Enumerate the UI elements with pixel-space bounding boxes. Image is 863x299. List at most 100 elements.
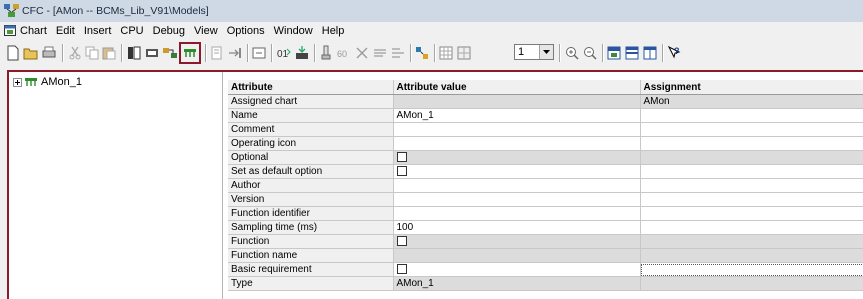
table-row[interactable]: Optional (228, 150, 863, 165)
value-checkbox[interactable] (396, 236, 407, 247)
view-columns-icon[interactable] (642, 45, 658, 61)
table-row[interactable]: Operating icon (228, 136, 863, 151)
assignment-cell[interactable] (640, 234, 863, 249)
test-mode-icon[interactable] (318, 45, 334, 61)
watch-icon[interactable]: 60 (336, 45, 352, 61)
attribute-value-cell[interactable] (393, 136, 641, 151)
table-row[interactable]: Assigned chart AMon (228, 94, 863, 109)
catalog-icon (493, 45, 509, 61)
attribute-value-cell[interactable] (393, 234, 641, 249)
menu-help[interactable]: Help (322, 25, 345, 37)
value-checkbox[interactable] (396, 152, 407, 163)
attribute-cell: Function identifier (228, 206, 394, 221)
attribute-value-cell[interactable] (393, 150, 641, 165)
assignment-cell[interactable] (640, 192, 863, 207)
paste-icon[interactable] (101, 45, 117, 61)
block-type-icon[interactable] (179, 42, 201, 64)
menu-edit[interactable]: Edit (56, 25, 75, 37)
attribute-value-cell[interactable] (393, 178, 641, 193)
assignment-cell[interactable] (640, 150, 863, 165)
dynamic-display-icon[interactable] (456, 45, 472, 61)
assignment-cell[interactable] (640, 262, 863, 277)
assignment-cell[interactable] (640, 178, 863, 193)
assignment-cell[interactable] (640, 108, 863, 123)
table-row[interactable]: Set as default option (228, 164, 863, 179)
table-row[interactable]: Type AMon_1 (228, 276, 863, 291)
split-icon[interactable] (606, 45, 622, 61)
tree-item-root[interactable]: AMon_1 (13, 76, 82, 88)
attribute-value-cell[interactable] (393, 262, 641, 277)
download-icon[interactable] (294, 45, 310, 61)
table-row[interactable]: Version (228, 192, 863, 207)
attribute-value-cell[interactable] (393, 192, 641, 207)
attribute-value-cell[interactable] (393, 94, 641, 109)
sequence-icon[interactable] (251, 45, 267, 61)
check-icon[interactable] (372, 45, 388, 61)
new-icon[interactable] (5, 45, 21, 61)
table-row[interactable]: Comment (228, 122, 863, 137)
assignment-cell[interactable] (640, 164, 863, 179)
column-header-attribute[interactable]: Attribute (228, 80, 394, 95)
assignment-cell[interactable]: AMon (640, 94, 863, 109)
menu-window[interactable]: Window (274, 25, 313, 37)
table-row[interactable]: Function (228, 234, 863, 249)
chevron-down-icon[interactable] (539, 45, 553, 59)
table-row[interactable]: Function name (228, 248, 863, 263)
table-row[interactable]: Author (228, 178, 863, 193)
view-rows-icon[interactable] (624, 45, 640, 61)
attribute-value-cell[interactable] (393, 122, 641, 137)
assignment-cell[interactable] (640, 276, 863, 291)
zoom-combobox[interactable]: 1 (514, 44, 554, 60)
print-icon[interactable] (41, 45, 57, 61)
table-row[interactable]: Name AMon_1 (228, 108, 863, 123)
attribute-cell: Basic requirement (228, 262, 394, 277)
attribute-value-cell[interactable] (393, 206, 641, 221)
assignment-cell[interactable] (640, 122, 863, 137)
assignment-cell[interactable] (640, 248, 863, 263)
svg-text:?: ? (674, 46, 680, 56)
cut-icon[interactable] (67, 45, 83, 61)
assignment-cell[interactable] (640, 206, 863, 221)
grid-icon[interactable] (414, 45, 430, 61)
attribute-value-cell[interactable] (393, 248, 641, 263)
relation-icon[interactable] (390, 45, 406, 61)
attribute-value-cell[interactable]: 100 (393, 220, 641, 235)
open-icon[interactable] (23, 45, 39, 61)
interconnect-icon[interactable] (162, 45, 178, 61)
menu-view[interactable]: View (194, 25, 218, 37)
document-icon[interactable] (4, 25, 16, 36)
menu-debug[interactable]: Debug (153, 25, 185, 37)
sheet-view-icon[interactable] (144, 45, 160, 61)
attribute-value-cell[interactable] (393, 164, 641, 179)
block-icon[interactable] (209, 45, 225, 61)
chart-overview-icon[interactable] (126, 45, 142, 61)
menu-insert[interactable]: Insert (84, 25, 112, 37)
column-header-attribute-value[interactable]: Attribute value (393, 80, 641, 95)
block-type-icon (25, 78, 37, 86)
zoom-out-icon[interactable] (582, 45, 598, 61)
table-row[interactable]: Function identifier (228, 206, 863, 221)
attribute-value-cell[interactable]: AMon_1 (393, 276, 641, 291)
table-row[interactable]: Sampling time (ms) 100 (228, 220, 863, 235)
run-icon[interactable] (354, 45, 370, 61)
value-checkbox[interactable] (396, 264, 407, 275)
assignment-cell[interactable] (640, 136, 863, 151)
block-tree[interactable]: AMon_1 (9, 72, 223, 299)
attribute-cell: Assigned chart (228, 94, 394, 109)
menu-options[interactable]: Options (227, 25, 265, 37)
compile-icon[interactable]: 01 (276, 45, 292, 61)
help-icon[interactable]: ? (666, 45, 682, 61)
expand-icon[interactable] (13, 77, 22, 87)
attribute-value-cell[interactable]: AMon_1 (393, 108, 641, 123)
attribute-cell: Optional (228, 150, 394, 165)
assignment-cell[interactable] (640, 220, 863, 235)
connect-icon[interactable] (227, 45, 243, 61)
table-row[interactable]: Basic requirement (228, 262, 863, 277)
menu-cpu[interactable]: CPU (120, 25, 143, 37)
copy-icon[interactable] (84, 45, 100, 61)
grid-small-icon[interactable] (438, 45, 454, 61)
value-checkbox[interactable] (396, 166, 407, 177)
zoom-in-icon[interactable] (564, 45, 580, 61)
menu-chart[interactable]: Chart (20, 25, 47, 37)
column-header-assignment[interactable]: Assignment (640, 80, 863, 95)
